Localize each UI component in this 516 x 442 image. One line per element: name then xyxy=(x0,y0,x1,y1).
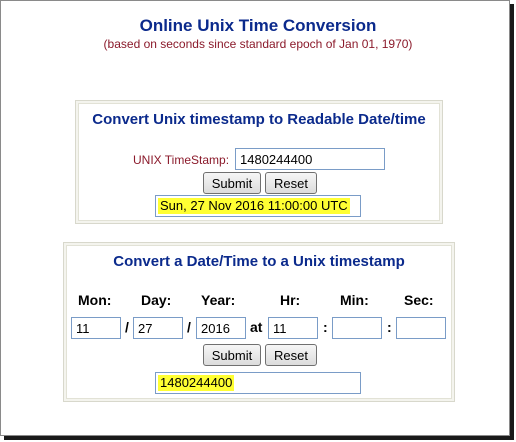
timestamp-to-date-panel: Convert Unix timestamp to Readable Date/… xyxy=(75,100,443,224)
day-header: Day: xyxy=(141,292,172,308)
year-header: Year: xyxy=(201,292,236,308)
timestamp-submit-button[interactable]: Submit xyxy=(203,172,261,194)
date-reset-button[interactable]: Reset xyxy=(265,344,317,366)
timestamp-result-text: 1480244400 xyxy=(158,375,235,391)
year-input[interactable] xyxy=(196,317,246,339)
minute-input[interactable] xyxy=(332,317,382,339)
unix-timestamp-label: UNIX TimeStamp: xyxy=(133,153,230,167)
date-to-timestamp-title: Convert a Date/Time to a Unix timestamp xyxy=(113,253,405,270)
month-input[interactable] xyxy=(71,317,121,339)
at-separator: at xyxy=(250,319,263,335)
second-input[interactable] xyxy=(396,317,446,339)
page-subtitle: (based on seconds since standard epoch o… xyxy=(103,37,413,51)
day-input[interactable] xyxy=(133,317,183,339)
timestamp-to-date-title: Convert Unix timestamp to Readable Date/… xyxy=(92,111,426,128)
hour-input[interactable] xyxy=(268,317,318,339)
time-separator: : xyxy=(323,319,328,335)
page-title: Online Unix Time Conversion xyxy=(139,16,377,35)
second-header: Sec: xyxy=(404,292,434,308)
timestamp-reset-button[interactable]: Reset xyxy=(265,172,317,194)
unix-timestamp-input[interactable] xyxy=(235,148,385,170)
time-separator: : xyxy=(387,319,392,335)
hour-header: Hr: xyxy=(280,292,301,308)
date-result-text: Sun, 27 Nov 2016 11:00:00 UTC xyxy=(158,198,350,214)
date-submit-button[interactable]: Submit xyxy=(203,344,261,366)
minute-header: Min: xyxy=(340,292,369,308)
date-separator: / xyxy=(187,319,191,335)
date-separator: / xyxy=(125,319,129,335)
month-header: Mon: xyxy=(78,292,112,308)
date-result-field[interactable]: Sun, 27 Nov 2016 11:00:00 UTC xyxy=(155,195,361,217)
date-to-timestamp-panel: Convert a Date/Time to a Unix timestamp … xyxy=(63,242,455,402)
timestamp-result-field[interactable]: 1480244400 xyxy=(155,372,361,394)
